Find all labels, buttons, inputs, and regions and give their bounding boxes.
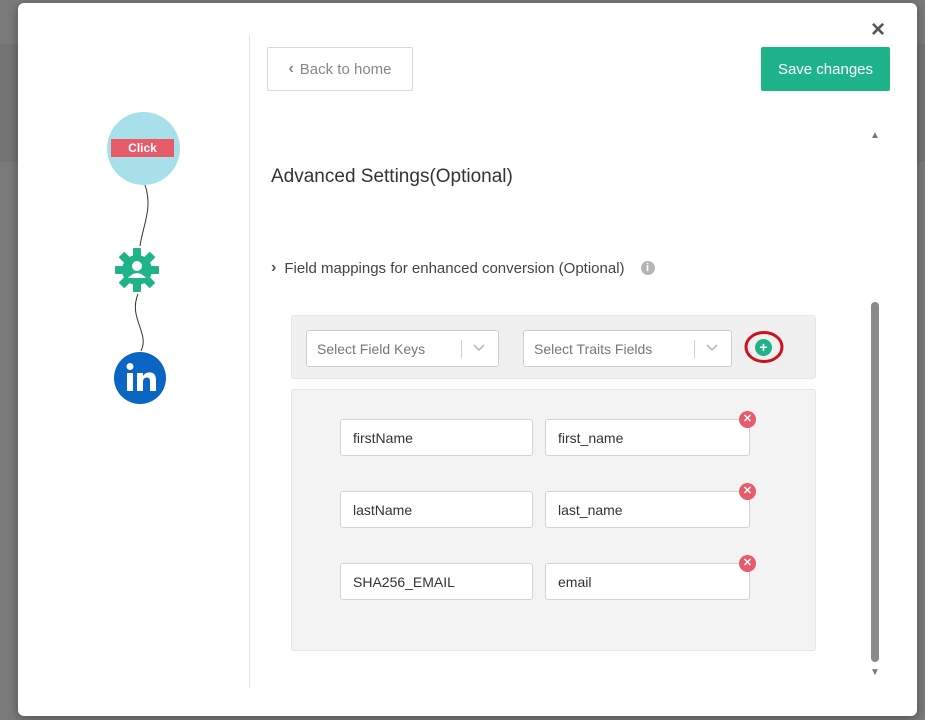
field-keys-select[interactable]: Select Field Keys — [306, 330, 499, 367]
mapping-trait-input[interactable] — [545, 491, 750, 528]
scrollbar-thumb[interactable] — [871, 302, 879, 662]
chevron-left-icon: ‹ — [288, 60, 294, 77]
field-keys-placeholder: Select Field Keys — [317, 340, 426, 357]
save-changes-button[interactable]: Save changes — [761, 47, 890, 91]
select-separator — [694, 340, 695, 358]
click-node-label: Click — [111, 139, 174, 157]
column-divider — [249, 35, 250, 688]
scrollbar[interactable]: ▲ ▼ — [870, 131, 880, 679]
mappings-list: ✕ ✕ ✕ — [291, 389, 816, 651]
mapping-trait-input[interactable] — [545, 563, 750, 600]
chevron-down-icon — [473, 344, 485, 352]
click-trigger-node[interactable]: Click — [107, 112, 180, 185]
mapping-trait-input[interactable] — [545, 419, 750, 456]
close-icon[interactable]: × — [867, 18, 889, 42]
chevron-right-icon: › — [271, 259, 277, 276]
back-to-home-button[interactable]: ‹ Back to home — [267, 47, 413, 91]
select-separator — [461, 340, 462, 358]
page-title: Advanced Settings(Optional) — [271, 166, 513, 187]
add-mapping-plus-icon[interactable]: + — [755, 339, 772, 356]
info-icon[interactable]: i — [640, 261, 655, 275]
mapping-key-input[interactable] — [340, 563, 533, 600]
remove-mapping-icon[interactable]: ✕ — [739, 411, 756, 428]
remove-mapping-icon[interactable]: ✕ — [739, 483, 756, 500]
remove-mapping-icon[interactable]: ✕ — [739, 555, 756, 572]
scroll-down-icon[interactable]: ▼ — [870, 668, 880, 678]
settings-modal: × Click ‹ Back to home Save changes Adva… — [18, 3, 917, 716]
linkedin-icon[interactable] — [113, 351, 167, 405]
mapping-selector-panel: Select Field Keys Select Traits Fields + — [291, 315, 816, 379]
traits-fields-select[interactable]: Select Traits Fields — [523, 330, 732, 367]
field-mappings-toggle[interactable]: › Field mappings for enhanced conversion… — [271, 257, 655, 279]
mapping-key-input[interactable] — [340, 491, 533, 528]
back-to-home-label: Back to home — [299, 60, 392, 78]
field-mappings-label: Field mappings for enhanced conversion (… — [284, 259, 625, 277]
mapping-key-input[interactable] — [340, 419, 533, 456]
flow-column: Click — [18, 3, 250, 716]
user-gear-icon[interactable] — [113, 246, 161, 294]
scroll-up-icon[interactable]: ▲ — [870, 131, 880, 141]
add-mapping-highlight: + — [744, 329, 784, 365]
traits-fields-placeholder: Select Traits Fields — [534, 340, 653, 357]
chevron-down-icon — [706, 344, 718, 352]
